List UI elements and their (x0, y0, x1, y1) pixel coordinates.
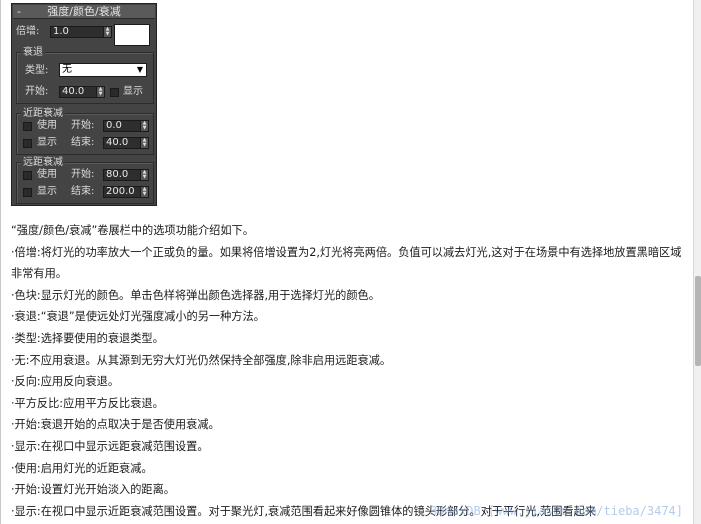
watermark: 3DmaxDB [www.jiasee.com/tieba/3474] (430, 504, 683, 518)
near-end-label: 结束: (71, 137, 95, 148)
far-start-spinner[interactable]: 80.0 ▲ ▼ (103, 169, 149, 181)
near-start-label: 开始: (71, 120, 95, 131)
multiplier-spinner[interactable]: 1.0 ▲ ▼ (50, 26, 112, 38)
spinner-arrows-icon[interactable]: ▲ ▼ (140, 170, 148, 180)
paragraph-intro: “强度/颜色/衰减”卷展栏中的选项功能介绍如下。 (11, 224, 254, 237)
near-attenuation-group: 近距衰减 使用 开始: 0.0 ▲ ▼ 显示 结束: 40.0 ▲ ▼ (16, 108, 154, 155)
paragraph-color-swatch: ·色块:显示灯光的颜色。单击色样将弹出颜色选择器,用于选择灯光的颜色。 (11, 288, 380, 302)
near-start-value: 0.0 (106, 120, 122, 131)
near-use-checkbox[interactable] (23, 122, 32, 131)
paragraph-none: ·无:不应用衰退。从其源到无穷大灯光仍然保持全部强度,除非启用远距衰减。 (11, 353, 392, 367)
rollout-title: 强度/颜色/衰减 (47, 5, 121, 18)
paragraph-decay-start: ·开始:衰退开始的点取决于是否使用衰减。 (11, 418, 220, 432)
scrollbar-thumb[interactable] (695, 276, 701, 366)
near-use-label: 使用 (37, 120, 57, 131)
paragraph-type: ·类型:选择要使用的衰退类型。 (11, 331, 164, 345)
paragraph-decay: ·衰退:“衰退”是使远处灯光强度减小的另一种方法。 (11, 310, 265, 324)
near-end-value: 40.0 (106, 137, 129, 148)
far-attenuation-group: 远距衰减 使用 开始: 80.0 ▲ ▼ 显示 结束: 200.0 ▲ ▼ (16, 157, 154, 204)
spinner-arrows-icon[interactable]: ▲ ▼ (103, 27, 111, 37)
decay-start-label: 开始: (25, 86, 49, 97)
decay-show-label: 显示 (123, 86, 143, 97)
near-start-spinner[interactable]: 0.0 ▲ ▼ (103, 120, 149, 132)
chevron-down-icon: ▼ (136, 65, 143, 74)
far-end-label: 结束: (71, 186, 95, 197)
paragraph-near-start: ·开始:设置灯光开始淡入的距离。 (11, 483, 175, 497)
multiplier-value: 1.0 (53, 26, 69, 37)
far-group-title: 远距衰减 (21, 157, 65, 168)
paragraph-inverse-square: ·平方反比:应用平方反比衰退。 (11, 396, 164, 410)
paragraph-inverse: ·反向:应用反向衰退。 (11, 375, 120, 389)
far-end-spinner[interactable]: 200.0 ▲ ▼ (103, 186, 149, 198)
decay-type-label: 类型: (25, 65, 49, 76)
spinner-arrows-icon[interactable]: ▲ ▼ (140, 138, 148, 148)
paragraph-decay-show: ·显示:在视口中显示远距衰减范围设置。 (11, 439, 209, 453)
decay-group-title: 衰退 (21, 47, 45, 58)
decay-show-checkbox[interactable] (110, 88, 119, 97)
far-start-label: 开始: (71, 169, 95, 180)
spinner-arrows-icon[interactable]: ▲ ▼ (140, 187, 148, 197)
vertical-scrollbar[interactable] (693, 0, 701, 524)
decay-type-dropdown[interactable]: 无 ▼ (59, 63, 147, 77)
light-color-swatch[interactable] (114, 24, 150, 46)
rollout-header[interactable]: - 强度/颜色/衰减 (13, 5, 155, 19)
multiplier-label: 倍增: (16, 26, 40, 37)
intensity-color-attenuation-rollout: - 强度/颜色/衰减 倍增: 1.0 ▲ ▼ 衰退 类型: 无 ▼ 开始: 40.… (11, 3, 157, 206)
document-viewport: - 强度/颜色/衰减 倍增: 1.0 ▲ ▼ 衰退 类型: 无 ▼ 开始: 40.… (0, 0, 693, 524)
far-show-label: 显示 (37, 186, 57, 197)
paragraph-near-use: ·使用:启用灯光的近距衰减。 (11, 461, 153, 475)
decay-type-value: 无 (62, 64, 72, 75)
far-end-value: 200.0 (106, 186, 135, 197)
decay-start-spinner[interactable]: 40.0 ▲ ▼ (59, 86, 105, 98)
far-start-value: 80.0 (106, 169, 129, 180)
spinner-arrows-icon[interactable]: ▲ ▼ (140, 121, 148, 131)
article-body: “强度/颜色/衰减”卷展栏中的选项功能介绍如下。 ·倍增:将灯光的功率放大一个正… (11, 220, 691, 522)
collapse-icon[interactable]: - (17, 5, 21, 18)
near-show-checkbox[interactable] (23, 139, 32, 148)
far-use-label: 使用 (37, 169, 57, 180)
near-group-title: 近距衰减 (21, 108, 65, 119)
far-use-checkbox[interactable] (23, 171, 32, 180)
decay-group: 衰退 类型: 无 ▼ 开始: 40.0 ▲ ▼ 显示 (16, 47, 154, 104)
far-show-checkbox[interactable] (23, 188, 32, 197)
decay-start-value: 40.0 (62, 86, 85, 97)
near-show-label: 显示 (37, 137, 57, 148)
near-end-spinner[interactable]: 40.0 ▲ ▼ (103, 137, 149, 149)
spinner-arrows-icon[interactable]: ▲ ▼ (96, 87, 104, 97)
paragraph-multiplier: ·倍增:将灯光的功率放大一个正或负的量。如果将倍增设置为2,灯光将亮两倍。负值可… (11, 245, 682, 281)
